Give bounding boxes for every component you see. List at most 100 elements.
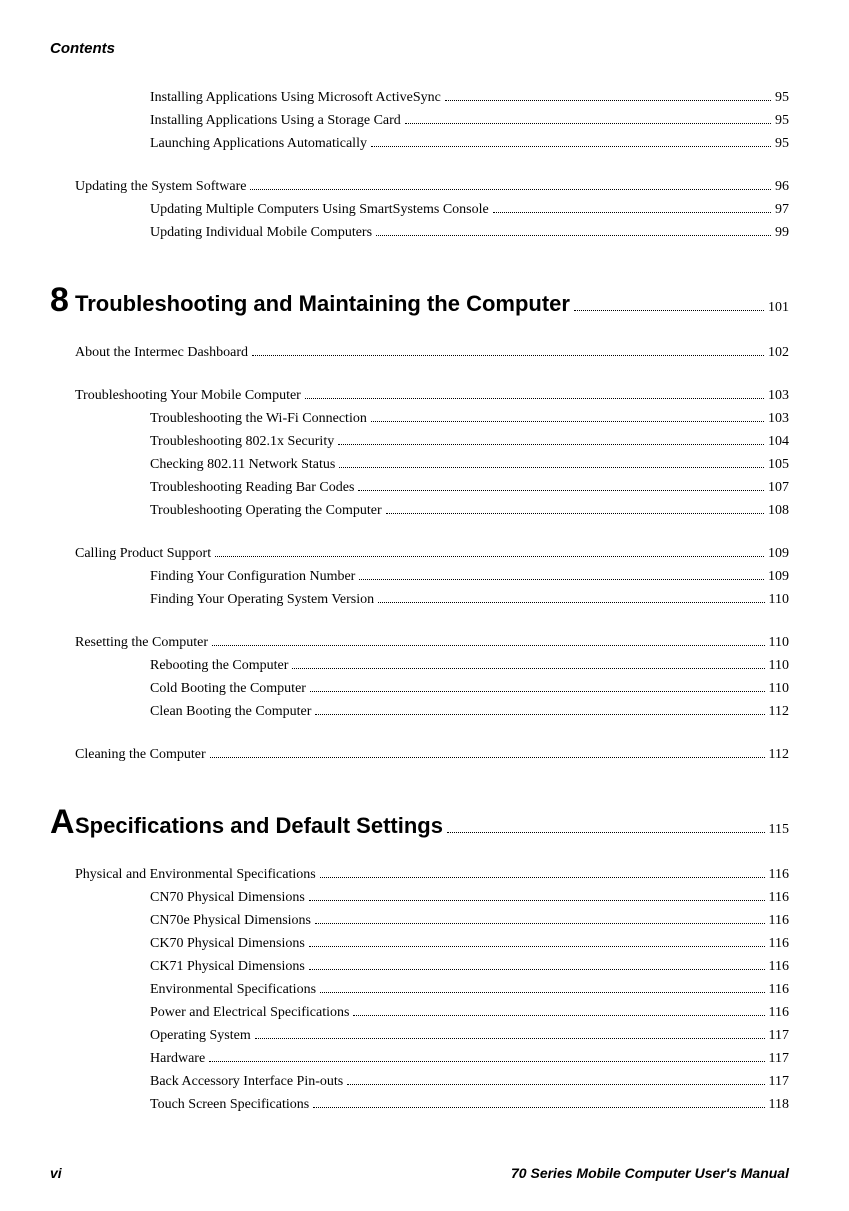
toc-entry: Touch Screen Specifications 118	[150, 1094, 789, 1115]
toc-dots	[320, 877, 765, 878]
toc-entry-text: Power and Electrical Specifications	[150, 1002, 349, 1023]
toc-entry-text: CK71 Physical Dimensions	[150, 956, 305, 977]
section-gap	[50, 365, 789, 383]
toc-entry: Back Accessory Interface Pin-outs117	[150, 1071, 789, 1092]
toc-entry-page: 102	[768, 342, 789, 363]
toc-dots	[310, 691, 765, 692]
toc-entry-page: 110	[769, 589, 789, 610]
toc-entry-text: Touch Screen Specifications	[150, 1094, 309, 1115]
toc-entry-text: CN70e Physical Dimensions	[150, 910, 311, 931]
page-footer: vi 70 Series Mobile Computer User's Manu…	[50, 1165, 789, 1181]
toc-entry-page: 97	[775, 199, 789, 220]
toc-entry: Installing Applications Using a Storage …	[150, 110, 789, 131]
toc-entry: CN70 Physical Dimensions 116	[150, 887, 789, 908]
toc-dots	[358, 490, 764, 491]
toc-entry-text: Calling Product Support	[75, 543, 211, 564]
toc-entry: Troubleshooting Your Mobile Computer103	[75, 385, 789, 406]
toc-entry-text: Troubleshooting the Wi-Fi Connection	[150, 408, 367, 429]
toc-entry: Troubleshooting the Wi-Fi Connection103	[150, 408, 789, 429]
toc-entry-page: 117	[769, 1071, 789, 1092]
toc-entry-text: Updating Multiple Computers Using SmartS…	[150, 199, 489, 220]
toc-entry-page: 95	[775, 87, 789, 108]
footer-page-number: vi	[50, 1165, 62, 1181]
toc-dots	[305, 398, 764, 399]
toc-entry-text: Resetting the Computer	[75, 632, 208, 653]
toc-entry-text: Rebooting the Computer	[150, 655, 288, 676]
toc-entry: Updating Multiple Computers Using SmartS…	[150, 199, 789, 220]
footer-manual-title: 70 Series Mobile Computer User's Manual	[511, 1165, 789, 1181]
toc-dots	[359, 579, 764, 580]
toc-dots	[347, 1084, 764, 1085]
toc-dots	[378, 602, 764, 603]
toc-entry: Troubleshooting 802.1x Security 104	[150, 431, 789, 452]
toc-entry-page: 110	[769, 678, 789, 699]
toc-dots	[315, 923, 765, 924]
toc-dots	[338, 444, 764, 445]
toc-entry: Updating the System Software96	[75, 176, 789, 197]
section-gap	[50, 724, 789, 742]
toc-dots	[309, 946, 765, 947]
toc-dots	[315, 714, 764, 715]
toc-entry-text: Updating Individual Mobile Computers	[150, 222, 372, 243]
toc-entry-page: 110	[769, 655, 789, 676]
section-gap	[50, 156, 789, 174]
toc-entry-text: Cleaning the Computer	[75, 744, 206, 765]
toc-dots	[493, 212, 771, 213]
toc-entry-page: 107	[768, 477, 789, 498]
toc-entry-page: 99	[775, 222, 789, 243]
chapter-title: Specifications and Default Settings	[75, 813, 443, 839]
toc-entry: Operating System117	[150, 1025, 789, 1046]
chapter-page: 115	[769, 822, 789, 838]
toc-entry-page: 117	[769, 1048, 789, 1069]
toc-entry-page: 118	[769, 1094, 789, 1115]
toc-entry: Physical and Environmental Specification…	[75, 864, 789, 885]
toc-entry: Calling Product Support 109	[75, 543, 789, 564]
toc-entry-page: 117	[769, 1025, 789, 1046]
toc-entry-page: 112	[769, 744, 789, 765]
toc-entry-text: About the Intermec Dashboard	[75, 342, 248, 363]
chapter-title: Troubleshooting and Maintaining the Comp…	[75, 291, 570, 317]
toc-entry-text: Hardware	[150, 1048, 205, 1069]
toc-entry: Finding Your Operating System Version 110	[150, 589, 789, 610]
toc-entry-text: Launching Applications Automatically	[150, 133, 367, 154]
toc-entry: Finding Your Configuration Number109	[150, 566, 789, 587]
toc-dots	[376, 235, 771, 236]
toc-entry-page: 116	[769, 887, 789, 908]
toc-entry-page: 116	[769, 956, 789, 977]
toc-entry: Clean Booting the Computer 112	[150, 701, 789, 722]
toc-entry-text: CN70 Physical Dimensions	[150, 887, 305, 908]
toc-dots	[252, 355, 764, 356]
toc-entry-page: 108	[768, 500, 789, 521]
toc-dots	[405, 123, 771, 124]
section-gap	[50, 612, 789, 630]
toc-entry: Power and Electrical Specifications116	[150, 1002, 789, 1023]
toc-entry-text: Installing Applications Using a Storage …	[150, 110, 401, 131]
toc-entry: Environmental Specifications116	[150, 979, 789, 1000]
toc-dots	[371, 146, 771, 147]
toc-entry: Troubleshooting Operating the Computer10…	[150, 500, 789, 521]
toc-entry-page: 109	[768, 543, 789, 564]
toc-dots	[215, 556, 764, 557]
toc-entry-text: Troubleshooting 802.1x Security	[150, 431, 334, 452]
toc-dots	[292, 668, 764, 669]
toc-entry-text: Troubleshooting Your Mobile Computer	[75, 385, 301, 406]
toc-entry-text: Clean Booting the Computer	[150, 701, 311, 722]
toc-dots	[445, 100, 771, 101]
toc-entry-text: Checking 802.11 Network Status	[150, 454, 335, 475]
chapter-number: A	[50, 805, 75, 839]
toc-entry: CK70 Physical Dimensions116	[150, 933, 789, 954]
toc-entry-page: 104	[768, 431, 789, 452]
toc-entry: CK71 Physical Dimensions 116	[150, 956, 789, 977]
toc-entry-page: 116	[769, 933, 789, 954]
toc-entry-text: Finding Your Operating System Version	[150, 589, 374, 610]
toc-entry-page: 96	[775, 176, 789, 197]
page-header: Contents	[50, 40, 789, 57]
chapter-heading: ASpecifications and Default Settings 115	[50, 805, 789, 839]
toc-entry-page: 110	[769, 632, 789, 653]
toc-dots	[250, 189, 771, 190]
toc-entry: Resetting the Computer 110	[75, 632, 789, 653]
chapter-heading: 8Troubleshooting and Maintaining the Com…	[50, 283, 789, 317]
toc-entry-page: 116	[769, 864, 789, 885]
toc-entry-page: 95	[775, 133, 789, 154]
toc-entry-page: 112	[769, 701, 789, 722]
